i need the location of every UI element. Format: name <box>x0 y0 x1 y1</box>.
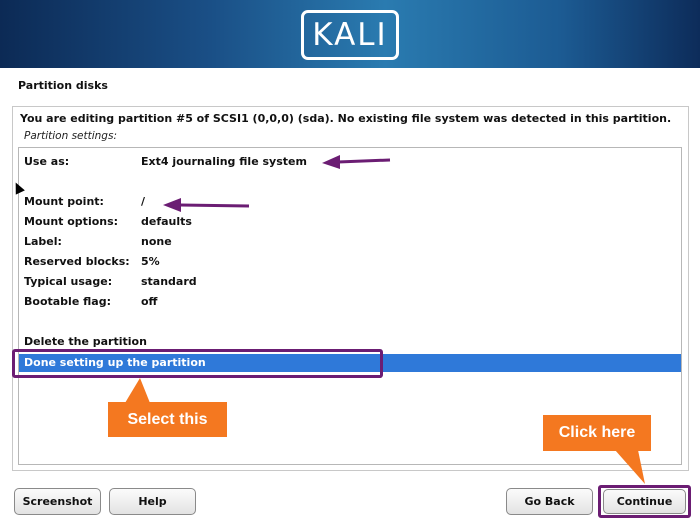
setting-value: none <box>141 235 172 248</box>
action-label: Delete the partition <box>24 335 147 348</box>
partition-description: You are editing partition #5 of SCSI1 (0… <box>20 112 672 125</box>
setting-label-field[interactable]: Label: none <box>24 233 172 251</box>
setting-mount-point[interactable]: Mount point: / <box>24 193 145 211</box>
setting-label: Label: <box>24 235 62 248</box>
setting-value: / <box>141 195 146 208</box>
setting-use-as[interactable]: Use as: Ext4 journaling file system <box>24 153 307 171</box>
setting-value: standard <box>141 275 197 288</box>
kali-logo: KALI <box>301 10 399 60</box>
go-back-button[interactable]: Go Back <box>506 488 593 515</box>
setting-label: Bootable flag: <box>24 295 111 308</box>
setting-reserved-blocks[interactable]: Reserved blocks: 5% <box>24 253 160 271</box>
click-here-note: Click here <box>543 415 651 451</box>
setting-mount-options[interactable]: Mount options: defaults <box>24 213 192 231</box>
setting-label: Use as: <box>24 155 70 168</box>
setting-value: off <box>141 295 158 308</box>
setting-label: Mount point: <box>24 195 104 208</box>
setting-value: 5% <box>141 255 160 268</box>
setting-typical-usage[interactable]: Typical usage: standard <box>24 273 197 291</box>
kali-header-banner: KALI <box>0 0 700 68</box>
screenshot-button[interactable]: Screenshot <box>14 488 101 515</box>
select-this-note: Select this <box>108 402 227 437</box>
page-title: Partition disks <box>18 79 108 92</box>
setting-label: Reserved blocks: <box>24 255 130 268</box>
setting-value: defaults <box>141 215 192 228</box>
setting-label: Typical usage: <box>24 275 113 288</box>
continue-button[interactable]: Continue <box>603 489 686 514</box>
partition-settings-heading: Partition settings: <box>24 130 117 142</box>
setting-label: Mount options: <box>24 215 119 228</box>
select-highlight-box <box>12 349 383 378</box>
help-button[interactable]: Help <box>109 488 196 515</box>
setting-bootable-flag[interactable]: Bootable flag: off <box>24 293 157 311</box>
setting-value: Ext4 journaling file system <box>141 155 307 168</box>
